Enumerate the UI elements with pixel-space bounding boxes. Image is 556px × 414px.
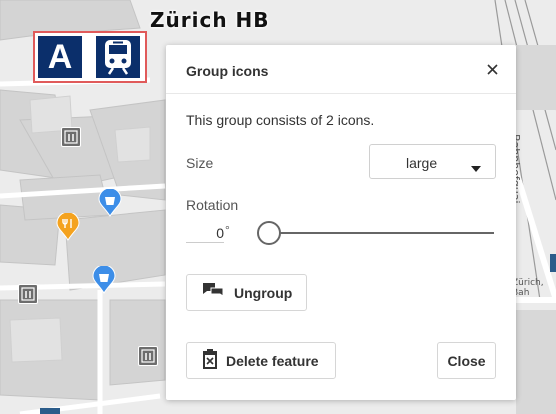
street-label-horizontal: Zürich, Bah [512, 278, 544, 298]
rotation-label: Rotation [186, 197, 239, 213]
restaurant-icon[interactable] [56, 211, 80, 246]
elevator-icon[interactable] [18, 284, 38, 304]
platform-letter-icon: A [38, 36, 82, 78]
rotation-slider-thumb[interactable] [257, 221, 281, 245]
size-label: Size [186, 155, 214, 171]
rotation-unit: ° [225, 223, 230, 237]
train-icon [96, 36, 140, 78]
group-icons-dialog: Group icons This group consists of 2 ico… [166, 45, 516, 400]
dialog-header: Group icons [166, 45, 516, 94]
rotation-input[interactable]: 0 [186, 221, 224, 243]
delete-feature-label: Delete feature [226, 352, 319, 369]
dialog-title: Group icons [186, 63, 269, 79]
group-description: This group consists of 2 icons. [186, 112, 375, 128]
shopping-icon[interactable] [92, 264, 116, 299]
station-title: Zürich HB [150, 8, 270, 32]
close-button[interactable]: Close [437, 342, 496, 379]
ungroup-icon [202, 282, 224, 303]
elevator-icon[interactable] [61, 127, 81, 147]
ungroup-label: Ungroup [234, 284, 293, 301]
selected-icon-group[interactable]: A [33, 31, 147, 83]
size-select-value: large [406, 155, 438, 171]
close-icon[interactable] [482, 59, 502, 79]
elevator-icon[interactable] [138, 346, 158, 366]
delete-feature-button[interactable]: Delete feature [186, 342, 336, 379]
rotation-slider-track[interactable] [268, 232, 494, 234]
chevron-down-icon [471, 159, 481, 177]
trash-icon [202, 349, 218, 372]
ungroup-button[interactable]: Ungroup [186, 274, 307, 311]
shopping-icon[interactable] [98, 187, 122, 222]
size-select[interactable]: large [369, 144, 496, 179]
